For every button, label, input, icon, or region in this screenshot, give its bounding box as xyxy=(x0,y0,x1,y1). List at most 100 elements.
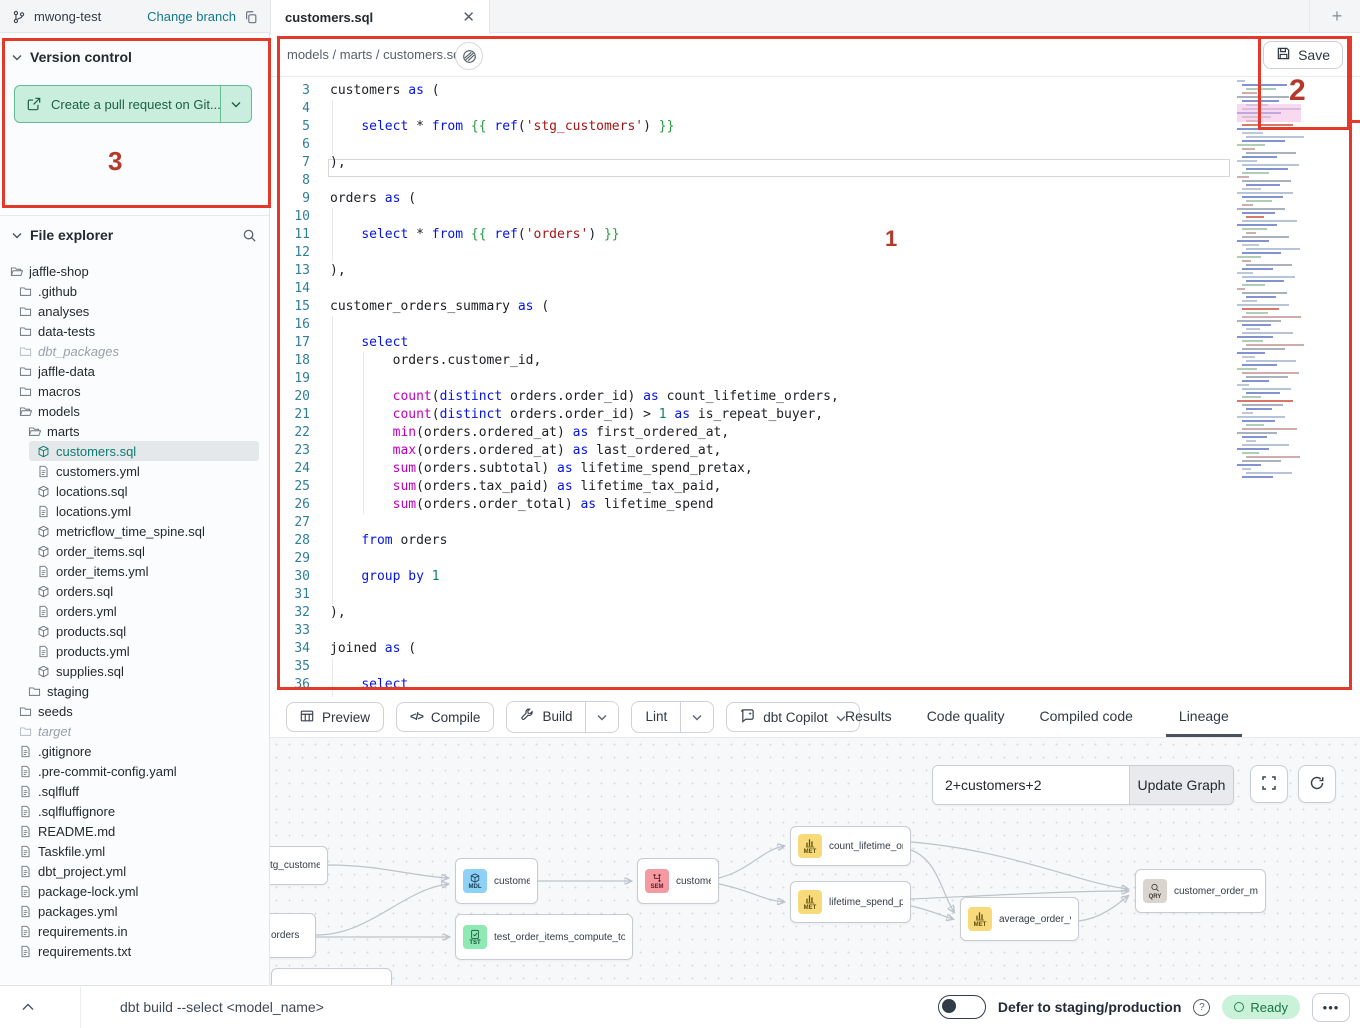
code-line-31[interactable]: 31 xyxy=(270,586,1360,604)
lineage-node-stg_customers[interactable]: stg_customers xyxy=(270,846,328,885)
code-line-4[interactable]: 4 xyxy=(270,100,1360,118)
file-explorer-header[interactable]: File explorer xyxy=(0,223,269,247)
close-icon[interactable]: ✕ xyxy=(462,8,475,26)
minimap[interactable] xyxy=(1237,80,1315,512)
tree-item-packages.yml[interactable]: packages.yml xyxy=(0,901,269,921)
refresh-button[interactable] xyxy=(1298,765,1336,803)
tree-item-order_items.sql[interactable]: order_items.sql xyxy=(0,541,269,561)
tree-item-data-tests[interactable]: data-tests xyxy=(0,321,269,341)
tab-customers-sql[interactable]: customers.sql ✕ xyxy=(270,0,490,34)
copy-icon[interactable] xyxy=(244,10,258,24)
tab-lineage[interactable]: Lineage xyxy=(1166,697,1242,737)
code-line-22[interactable]: 22 min(orders.ordered_at) as first_order… xyxy=(270,424,1360,442)
tree-item-requirements.txt[interactable]: requirements.txt xyxy=(0,941,269,961)
tree-item-.pre-commit-config.yaml[interactable]: .pre-commit-config.yaml xyxy=(0,761,269,781)
tree-item-marts[interactable]: marts xyxy=(0,421,269,441)
fullscreen-button[interactable] xyxy=(1250,765,1288,803)
code-line-10[interactable]: 10 xyxy=(270,208,1360,226)
dbt-copilot-button[interactable]: dbt Copilot xyxy=(726,702,860,732)
tab-code-quality[interactable]: Code quality xyxy=(925,697,1007,737)
code-line-33[interactable]: 33 xyxy=(270,622,1360,640)
code-line-18[interactable]: 18 orders.customer_id, xyxy=(270,352,1360,370)
code-line-32[interactable]: 32), xyxy=(270,604,1360,622)
code-line-36[interactable]: 36 select xyxy=(270,676,1360,694)
code-line-8[interactable]: 8 xyxy=(270,172,1360,190)
tree-item-.github[interactable]: .github xyxy=(0,281,269,301)
code-line-29[interactable]: 29 xyxy=(270,550,1360,568)
lint-button[interactable]: Lint xyxy=(632,702,680,730)
tree-item-models[interactable]: models xyxy=(0,401,269,421)
tree-item-.sqlfluff[interactable]: .sqlfluff xyxy=(0,781,269,801)
code-line-7[interactable]: 7), xyxy=(270,154,1360,172)
save-button[interactable]: Save xyxy=(1263,41,1343,69)
tree-item-supplies.sql[interactable]: supplies.sql xyxy=(0,661,269,681)
code-line-11[interactable]: 11 select * from {{ ref('orders') }} xyxy=(270,226,1360,244)
chevron-down-icon[interactable] xyxy=(220,86,251,122)
code-line-5[interactable]: 5 select * from {{ ref('stg_customers') … xyxy=(270,118,1360,136)
code-line-16[interactable]: 16 xyxy=(270,316,1360,334)
tree-item-orders.sql[interactable]: orders.sql xyxy=(0,581,269,601)
create-pull-request-button[interactable]: Create a pull request on Git... xyxy=(14,85,252,123)
tree-item-analyses[interactable]: analyses xyxy=(0,301,269,321)
code-line-30[interactable]: 30 group by 1 xyxy=(270,568,1360,586)
tree-item-products.sql[interactable]: products.sql xyxy=(0,621,269,641)
update-graph-button[interactable]: Update Graph xyxy=(1129,766,1233,804)
tree-item-jaffle-shop[interactable]: jaffle-shop xyxy=(0,261,269,281)
code-line-34[interactable]: 34joined as ( xyxy=(270,640,1360,658)
tree-item-order_items.yml[interactable]: order_items.yml xyxy=(0,561,269,581)
tree-item-target[interactable]: target xyxy=(0,721,269,741)
lint-dropdown-chevron[interactable] xyxy=(680,702,713,732)
tree-item-locations.yml[interactable]: locations.yml xyxy=(0,501,269,521)
code-line-9[interactable]: 9orders as ( xyxy=(270,190,1360,208)
compile-button[interactable]: </> Compile xyxy=(396,702,494,732)
tree-item-metricflow_time_spine.sql[interactable]: metricflow_time_spine.sql xyxy=(0,521,269,541)
code-line-15[interactable]: 15customer_orders_summary as ( xyxy=(270,298,1360,316)
code-line-21[interactable]: 21 count(distinct orders.order_id) > 1 a… xyxy=(270,406,1360,424)
code-editor[interactable]: 23customers as (45 select * from {{ ref(… xyxy=(270,77,1360,697)
code-line-27[interactable]: 27 xyxy=(270,514,1360,532)
build-dropdown-chevron[interactable] xyxy=(585,702,618,732)
tab-results[interactable]: Results xyxy=(843,697,894,737)
tree-item-README.md[interactable]: README.md xyxy=(0,821,269,841)
defer-toggle[interactable] xyxy=(938,995,986,1019)
tree-item-Taskfile.yml[interactable]: Taskfile.yml xyxy=(0,841,269,861)
tree-item-macros[interactable]: macros xyxy=(0,381,269,401)
tree-item-locations.sql[interactable]: locations.sql xyxy=(0,481,269,501)
lineage-node-partial[interactable] xyxy=(271,968,392,985)
tab-compiled-code[interactable]: Compiled code xyxy=(1038,697,1135,737)
lineage-filter-input[interactable] xyxy=(933,766,1129,804)
tree-item-products.yml[interactable]: products.yml xyxy=(0,641,269,661)
lineage-node-average_order_value[interactable]: METaverage_order_value xyxy=(960,897,1079,941)
lineage-panel[interactable]: stg_customersorders MDLcustomers TSTtest_o… xyxy=(270,737,1360,985)
more-options-button[interactable]: ••• xyxy=(1312,993,1350,1022)
code-line-3[interactable]: 3customers as ( xyxy=(270,82,1360,100)
lineage-node-customers[interactable]: MDLcustomers xyxy=(455,858,538,904)
lineage-node-customers[interactable]: SEMcustomers xyxy=(637,858,719,904)
lineage-node-customer_order_metrics[interactable]: QRYcustomer_order_metrics xyxy=(1135,869,1266,913)
tree-item-jaffle-data[interactable]: jaffle-data xyxy=(0,361,269,381)
code-line-14[interactable]: 14 xyxy=(270,280,1360,298)
lineage-node-count_lifetime_orders[interactable]: METcount_lifetime_orders xyxy=(790,826,911,866)
code-line-23[interactable]: 23 max(orders.ordered_at) as last_ordere… xyxy=(270,442,1360,460)
lineage-node-test_order_items_compute_to_bools...[interactable]: TSTtest_order_items_compute_to_bools... xyxy=(455,914,633,960)
code-line-17[interactable]: 17 select xyxy=(270,334,1360,352)
lineage-node-orders[interactable]: orders xyxy=(270,913,316,958)
tree-item-seeds[interactable]: seeds xyxy=(0,701,269,721)
tree-item-package-lock.yml[interactable]: package-lock.yml xyxy=(0,881,269,901)
lineage-node-lifetime_spend_pretax[interactable]: METlifetime_spend_pretax xyxy=(790,881,911,923)
code-line-20[interactable]: 20 count(distinct orders.order_id) as co… xyxy=(270,388,1360,406)
code-line-28[interactable]: 28 from orders xyxy=(270,532,1360,550)
code-line-13[interactable]: 13), xyxy=(270,262,1360,280)
tree-item-.sqlfluffignore[interactable]: .sqlfluffignore xyxy=(0,801,269,821)
code-line-19[interactable]: 19 xyxy=(270,370,1360,388)
command-input[interactable]: dbt build --select <model_name> xyxy=(120,986,324,1028)
copilot-icon[interactable] xyxy=(455,42,483,70)
collapse-panel-icon[interactable] xyxy=(22,998,34,1016)
code-line-35[interactable]: 35 xyxy=(270,658,1360,676)
help-icon[interactable]: ? xyxy=(1193,999,1210,1016)
version-control-header[interactable]: Version control xyxy=(0,45,269,69)
preview-button[interactable]: Preview xyxy=(286,702,384,732)
build-button[interactable]: Build xyxy=(507,702,585,730)
tree-item-staging[interactable]: staging xyxy=(0,681,269,701)
code-line-24[interactable]: 24 sum(orders.subtotal) as lifetime_spen… xyxy=(270,460,1360,478)
